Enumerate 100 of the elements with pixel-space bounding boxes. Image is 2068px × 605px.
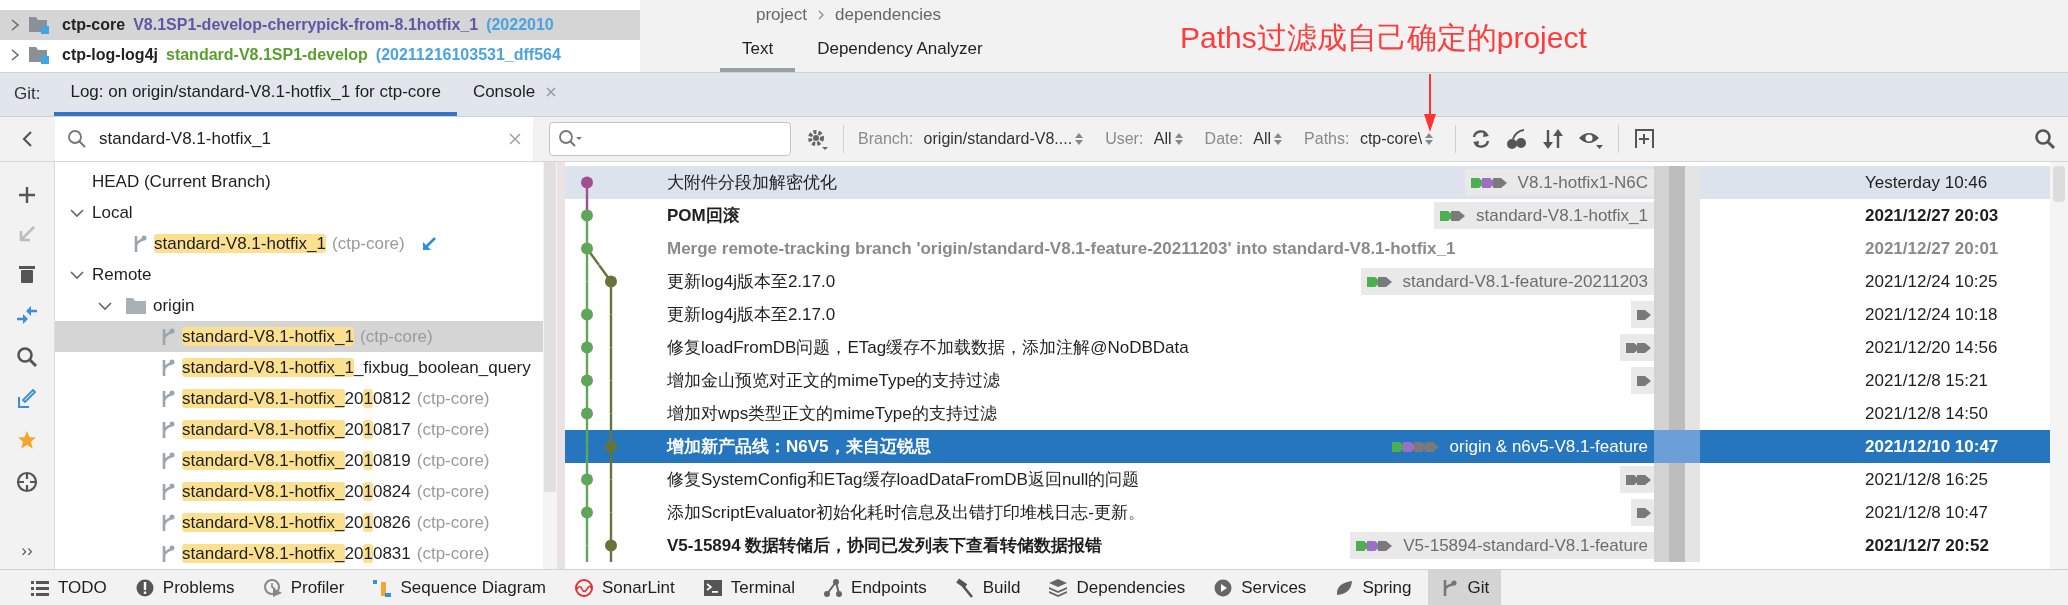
more-tools[interactable]: ››	[21, 541, 33, 562]
filter-dropdown[interactable]: Paths: ctp-core\	[1304, 129, 1434, 148]
branch-item[interactable]: standard-V8.1-hotfix_1_fixbug_boolean_query	[55, 352, 543, 384]
close-icon[interactable]	[545, 86, 558, 99]
commit-row[interactable]: POM回滚 standard-V8.1-hotfix_1 2021/12/27 20:03	[565, 199, 2050, 233]
commit-row[interactable]: 增加新产品线：N6V5，来自迈锐思 origin & n6v5-V8.1-feature 2021/12/10 10:47	[565, 430, 2050, 464]
merge-arrows-icon[interactable]	[16, 305, 38, 326]
branch-search-field[interactable]: standard-V8.1-hotfix_1	[55, 116, 533, 161]
tree-node[interactable]: Remote	[55, 259, 543, 291]
commit-node[interactable]	[605, 275, 617, 288]
commit-message: V5-15894 数据转储后，协同已发列表下查看转储数据报错	[667, 535, 1104, 558]
tree-label[interactable]: origin	[153, 295, 195, 316]
commit-row[interactable]: 更新log4j版本至2.17.0 2021/12/24 10:18	[565, 298, 2050, 332]
clear-icon[interactable]	[509, 132, 521, 145]
tree-label[interactable]: Remote	[92, 264, 152, 285]
commit-node[interactable]	[581, 176, 593, 189]
scrollbar-thumb[interactable]	[544, 162, 556, 493]
tab-label[interactable]: Log: on origin/standard-V8.1-hotfix_1 for ctp-core	[70, 82, 441, 103]
commit-row[interactable]: 更新log4j版本至2.17.0 standard-V8.1-feature-20211203 2021/12/24 10:25	[565, 265, 2050, 299]
chevron-icon[interactable]	[10, 18, 20, 32]
tool-window-button[interactable]: Terminal	[690, 570, 808, 605]
branch-item[interactable]: standard-V8.1-hotfix_2010812 (ctp-core)	[55, 383, 543, 415]
build-icon	[954, 577, 975, 598]
commit-row[interactable]: 大附件分段加解密优化 V8.1-hotfix1-N6C Yesterday 10:46	[565, 166, 2050, 200]
branch-item[interactable]: standard-V8.1-hotfix_1 (ctp-core)	[55, 228, 543, 260]
breadcrumb-item[interactable]: dependencies	[835, 5, 941, 25]
commit-node[interactable]	[581, 374, 593, 387]
chevron-icon[interactable]	[70, 207, 84, 218]
branch-name[interactable]: standard-V8.1-hotfix_1	[154, 233, 326, 254]
search-icon[interactable]	[2034, 127, 2056, 150]
tool-window-button[interactable]: SonarLint	[562, 570, 687, 605]
pencil-arrow-icon[interactable]	[17, 389, 37, 410]
project-tree-row[interactable]: ctp-log-log4j standard-V8.1SP1-develop (20211216103531_dff564	[0, 40, 640, 70]
branch-item[interactable]: standard-V8.1-hotfix_2010826 (ctp-core)	[55, 507, 543, 539]
breadcrumb-item[interactable]: project	[756, 5, 808, 25]
tool-window-button[interactable]: Build	[942, 570, 1033, 605]
up-down-caret-icon[interactable]	[1174, 131, 1183, 146]
plus-icon[interactable]	[18, 186, 36, 205]
up-down-caret-icon[interactable]	[1274, 131, 1283, 146]
tool-window-button[interactable]: Endpoints	[811, 570, 939, 605]
commit-node[interactable]	[581, 209, 593, 222]
tool-window-button[interactable]: Dependencies	[1036, 570, 1198, 605]
commit-node[interactable]	[581, 341, 593, 354]
up-down-caret-icon[interactable]	[1075, 131, 1084, 146]
commit-row[interactable]: 增加金山预览对正文的mimeType的支持过滤 2021/12/8 15:21	[565, 364, 2050, 398]
branch-name[interactable]: standard-V8.1-hotfix_1_fixbug_boolean_query	[182, 357, 531, 378]
commit-node[interactable]	[581, 242, 593, 255]
commit-node[interactable]	[581, 506, 593, 519]
filter-dropdown[interactable]: Branch: origin/standard-V8....	[858, 129, 1084, 148]
tab-label[interactable]: Console	[472, 82, 536, 103]
tree-node[interactable]: origin	[55, 290, 543, 322]
tree-label[interactable]: HEAD (Current Branch)	[92, 171, 271, 192]
branch-name: standard-V8.1SP1-develop	[166, 46, 368, 64]
pixelated-redaction	[1654, 166, 1700, 200]
tool-window-button[interactable]: TODO	[18, 570, 119, 605]
commit-row[interactable]: 添加ScriptEvaluator初始化耗时信息及出错打印堆栈日志-更新。 2021/12/8 10:47	[565, 496, 2050, 530]
commit-row[interactable]: V5-15894 数据转储后，协同已发列表下查看转储数据报错 V5-15894-standard-V8.1-feature 2021/12/7 20:52	[565, 529, 2050, 563]
repository-name: (ctp-core)	[416, 543, 490, 564]
tool-window-button[interactable]: Problems	[122, 570, 247, 605]
commit-node[interactable]	[581, 407, 593, 420]
up-down-caret-icon[interactable]	[1425, 131, 1434, 146]
tool-window-button[interactable]: Spring	[1322, 570, 1424, 605]
commit-row[interactable]: 修复SystemConfig和ETag缓存loadDataFromDB返回null的问题 2021/12/8 16:25	[565, 463, 2050, 497]
tree-label[interactable]: Local	[92, 202, 133, 223]
project-tree-row[interactable]: ctp-core V8.1SP1-develop-cherrypick-from-8.1hotfix_1 (2022010	[0, 10, 640, 40]
branch-item[interactable]: standard-V8.1-hotfix_2010817 (ctp-core)	[55, 414, 543, 446]
branch-item[interactable]: standard-V8.1-hotfix_2010824 (ctp-core)	[55, 476, 543, 508]
chevron-icon[interactable]	[10, 48, 20, 62]
search-icon[interactable]	[16, 346, 38, 369]
crosshair-icon[interactable]	[16, 471, 38, 494]
tree-node[interactable]: Local	[55, 197, 543, 229]
filter-dropdown[interactable]: User: All	[1105, 129, 1183, 148]
cherry-pick-icon[interactable]	[1506, 127, 1529, 150]
commit-row[interactable]: 修复loadFromDB问题，ETag缓存不加载数据，添加注解@NoDBData 2021/12/20 14:56	[565, 331, 2050, 365]
branch-item[interactable]: standard-V8.1-hotfix_2010831 (ctp-core)	[55, 538, 543, 570]
branch-name[interactable]: standard-V8.1-hotfix_1	[182, 326, 354, 347]
commit-node[interactable]	[581, 308, 593, 321]
commit-row[interactable]: 增加对wps类型正文的mimeType的支持过滤 2021/12/8 14:50	[565, 397, 2050, 431]
scrollbar-thumb[interactable]	[2053, 166, 2065, 203]
tree-node[interactable]: HEAD (Current Branch)	[55, 166, 543, 198]
filter-dropdown[interactable]: Date: All	[1204, 129, 1283, 148]
trash-icon[interactable]	[18, 264, 36, 285]
commit-node[interactable]	[605, 440, 617, 453]
tool-window-tab[interactable]: Console	[456, 73, 574, 116]
pixelated-redaction	[1654, 463, 1700, 497]
tool-window-button[interactable]: Sequence Diagram	[360, 570, 558, 605]
branch-item[interactable]: standard-V8.1-hotfix_1 (ctp-core)	[55, 321, 543, 353]
chevron-icon[interactable]	[70, 269, 84, 280]
commit-node[interactable]	[605, 539, 617, 552]
tool-window-button[interactable]: Git	[1427, 570, 1502, 605]
tool-window-button[interactable]: Services	[1201, 570, 1319, 605]
tool-window-button[interactable]: Profiler	[250, 570, 357, 605]
commit-node[interactable]	[581, 473, 593, 486]
commit-date: 2021/12/27 20:01	[1865, 238, 2000, 259]
sort-icon[interactable]	[1542, 127, 1565, 150]
branch-item[interactable]: standard-V8.1-hotfix_2010819 (ctp-core)	[55, 445, 543, 477]
log-search-field[interactable]	[549, 121, 791, 156]
chevron-icon[interactable]	[98, 300, 112, 311]
editor-tab[interactable]: Dependency Analyzer	[795, 30, 1005, 72]
star-icon[interactable]	[17, 430, 37, 451]
